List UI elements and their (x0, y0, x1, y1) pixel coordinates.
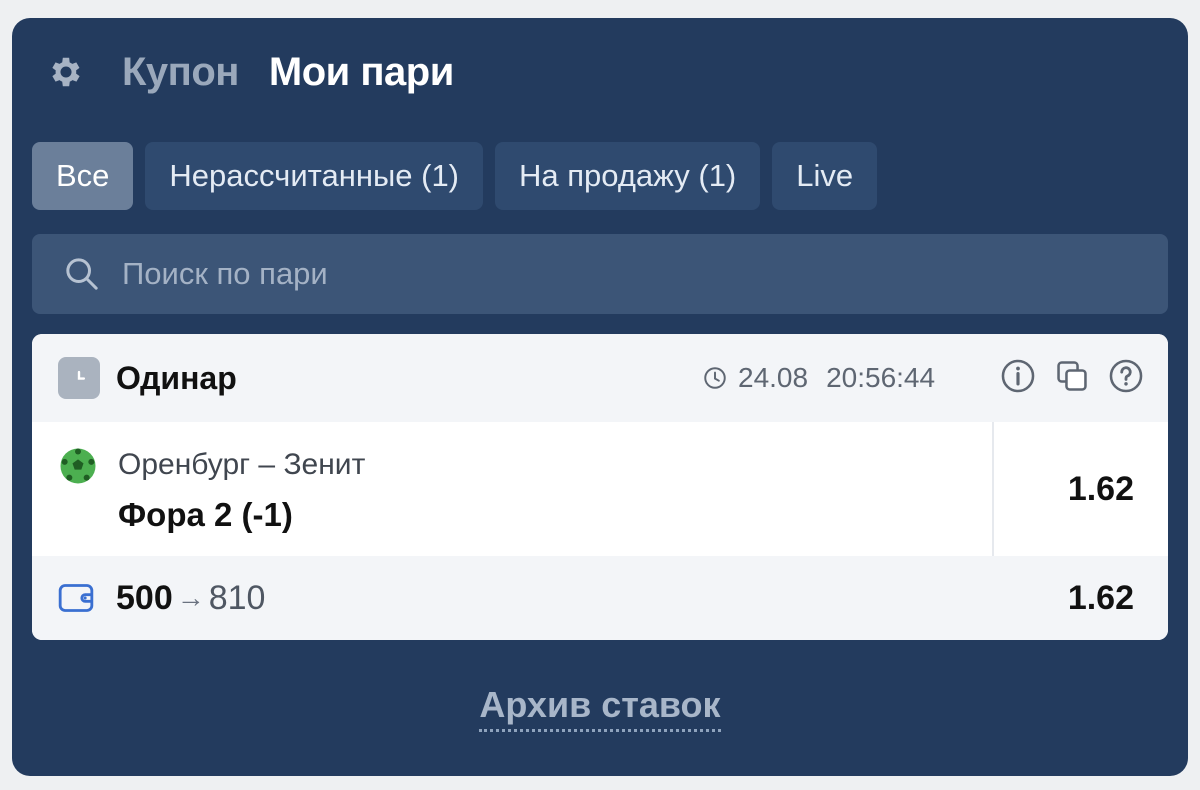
filter-unsettled[interactable]: Нерассчитанные (1) (145, 142, 484, 210)
filter-chips: Все Нерассчитанные (1) На продажу (1) Li… (32, 142, 878, 210)
bet-datetime: 24.08 20:56:44 (700, 334, 935, 422)
bet-time: 20:56:44 (826, 362, 936, 393)
filter-for-sale[interactable]: На продажу (1) (495, 142, 761, 210)
info-icon[interactable] (998, 356, 1038, 396)
clock-badge-icon (58, 357, 100, 399)
bet-market: Фора 2 (-1) (118, 496, 293, 533)
stake-row: 500 → 810 1.62 (32, 556, 1168, 640)
clock-icon (700, 363, 730, 393)
wallet-icon (56, 578, 96, 618)
bet-date: 24.08 (738, 362, 809, 393)
panel-header: Купон Мои пари (46, 50, 454, 94)
filter-live[interactable]: Live (772, 142, 878, 210)
bet-odds: 1.62 (1067, 469, 1134, 508)
bet-event-row: Оренбург – Зенит Фора 2 (-1) 1.62 (32, 422, 1168, 556)
tab-coupon[interactable]: Купон (122, 50, 239, 95)
bet-event-info: Оренбург – Зенит Фора 2 (-1) (32, 422, 994, 556)
filter-all[interactable]: Все (32, 142, 134, 210)
potential-payout: 810 (208, 578, 266, 617)
copy-icon[interactable] (1052, 356, 1092, 396)
bet-actions (998, 356, 1146, 396)
football-icon (58, 446, 98, 486)
match-name: Оренбург – Зенит (118, 448, 366, 481)
arrow-icon: → (176, 582, 205, 613)
search-bar (32, 234, 1168, 314)
archive-link-wrap: Архив ставок (12, 684, 1188, 732)
stake-amount: 500 (116, 578, 173, 617)
bet-card[interactable]: Одинар 24.08 20:56:44 Оренбург – Зенит Ф… (32, 334, 1168, 640)
bet-type: Одинар (116, 359, 237, 396)
total-odds: 1.62 (1067, 578, 1134, 617)
archive-link[interactable]: Архив ставок (479, 684, 721, 732)
bet-card-header: Одинар 24.08 20:56:44 (32, 334, 1168, 422)
search-icon (60, 252, 104, 296)
bets-panel: Купон Мои пари Все Нерассчитанные (1) На… (12, 18, 1188, 776)
search-input[interactable] (122, 256, 1022, 292)
help-icon[interactable] (1106, 356, 1146, 396)
tab-my-bets[interactable]: Мои пари (269, 50, 454, 95)
gear-icon[interactable] (46, 52, 86, 92)
